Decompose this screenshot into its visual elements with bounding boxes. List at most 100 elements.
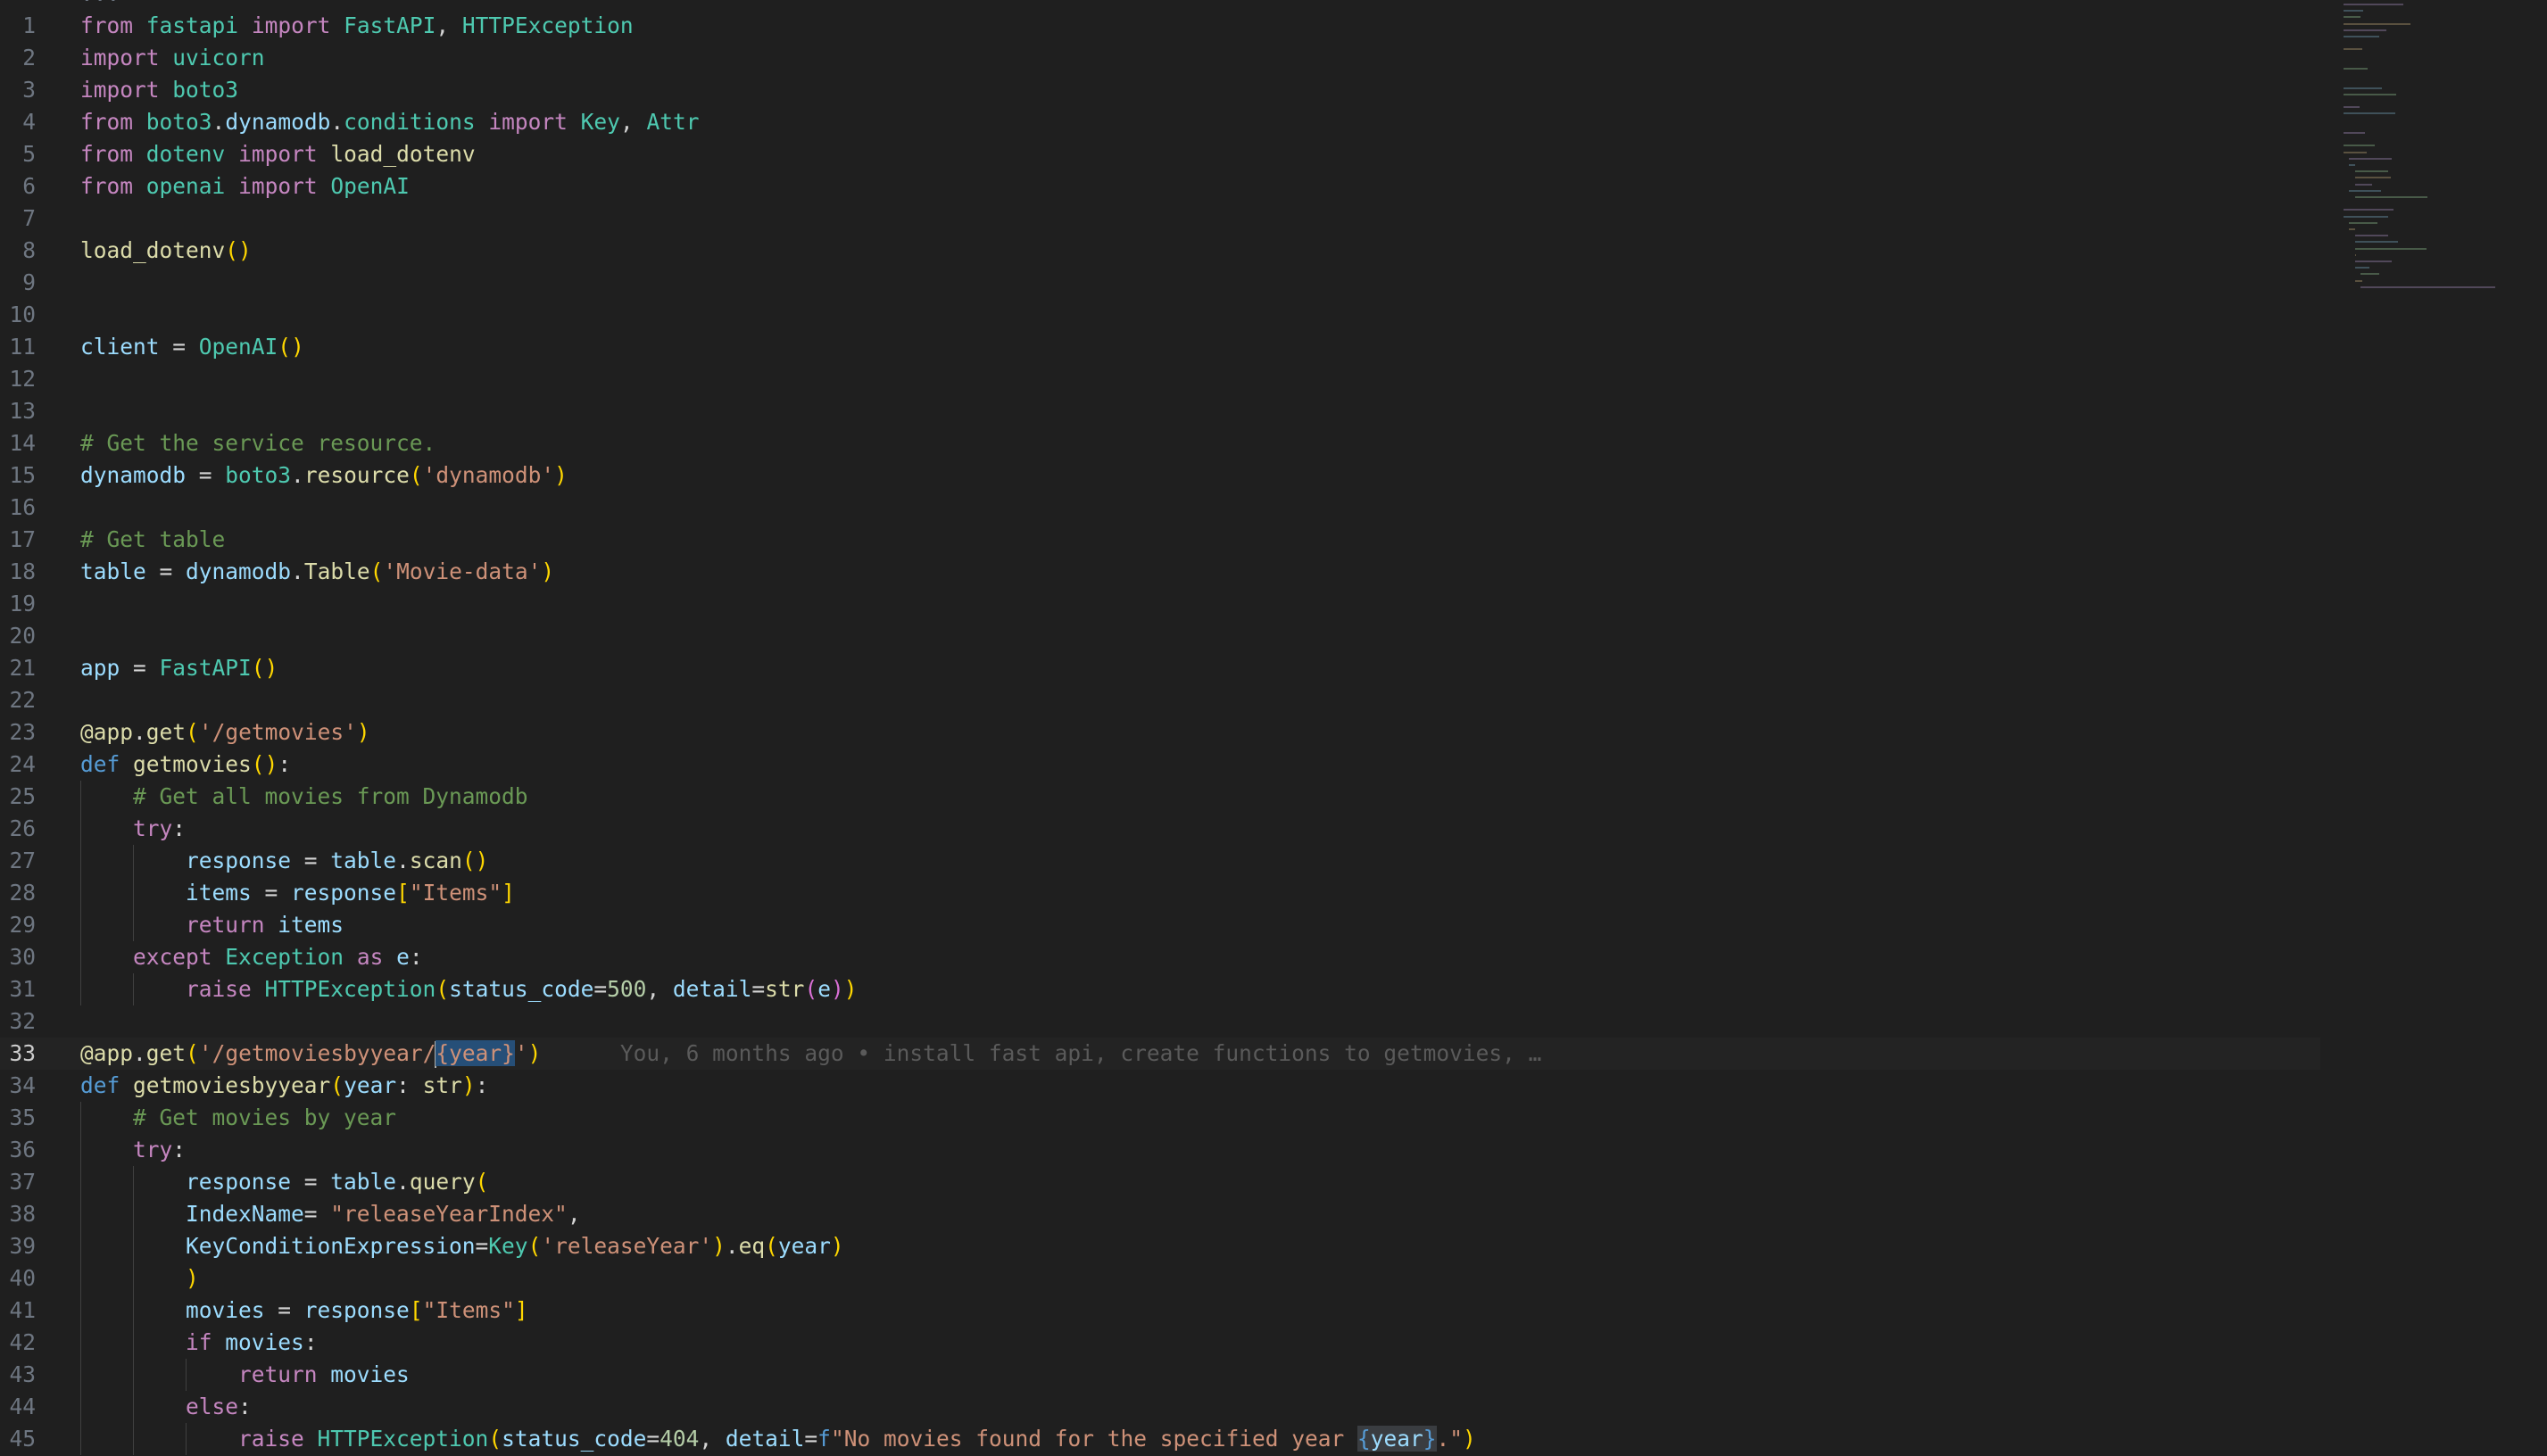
line-number[interactable]: 26 [0,813,36,845]
code-line-17[interactable]: 17 # Get table [0,524,2320,556]
line-number[interactable]: 25 [0,781,36,813]
code-line-34[interactable]: 34 def getmoviesbyyear(year: str): [0,1070,2320,1102]
line-number[interactable]: 5 [0,138,36,170]
code-line-29[interactable]: 29 return items [0,909,2320,941]
code-line-11[interactable]: 11 client = OpenAI() [0,331,2320,363]
line-number[interactable]: 15 [0,459,36,492]
code-line-8[interactable]: 8 load_dotenv() [0,235,2320,267]
line-number[interactable]: 18 [0,556,36,588]
line-number[interactable]: 39 [0,1230,36,1262]
code-line-9[interactable]: 9 [0,267,2320,299]
line-number[interactable]: 37 [0,1166,36,1198]
code-line-25[interactable]: 25 # Get all movies from Dynamodb [0,781,2320,813]
line-number[interactable]: 28 [0,877,36,909]
code-line-22[interactable]: 22 [0,684,2320,716]
line-number[interactable]: 38 [0,1198,36,1230]
line-number[interactable]: 16 [0,492,36,524]
code-line-15[interactable]: 15 dynamodb = boto3.resource('dynamodb') [0,459,2320,492]
line-number[interactable]: 35 [0,1102,36,1134]
code-line-20[interactable]: 20 [0,620,2320,652]
line-code: import boto3 [80,77,239,103]
code-line-10[interactable]: 10 [0,299,2320,331]
line-number[interactable]: 45 [0,1423,36,1455]
line-number[interactable]: 22 [0,684,36,716]
line-number[interactable]: 34 [0,1070,36,1102]
code-line-28[interactable]: 28 items = response["Items"] [0,877,2320,909]
code-line-19[interactable]: 19 [0,588,2320,620]
code-line-13[interactable]: 13 [0,395,2320,427]
code-line-7[interactable]: 7 [0,203,2320,235]
line-number[interactable]: 31 [0,973,36,1005]
line-number[interactable]: 30 [0,941,36,973]
line-number[interactable]: 43 [0,1359,36,1391]
line-code: KeyConditionExpression=Key('releaseYear'… [186,1233,844,1259]
line-number[interactable]: 33 [0,1038,36,1070]
line-number[interactable]: 42 [0,1327,36,1359]
code-line-14[interactable]: 14 # Get the service resource. [0,427,2320,459]
code-line-30[interactable]: 30 except Exception as e: [0,941,2320,973]
line-number[interactable]: 2 [0,42,36,74]
line-number[interactable]: 13 [0,395,36,427]
line-number[interactable]: 41 [0,1295,36,1327]
line-number[interactable]: 1 [0,10,36,42]
minimap-line [2344,132,2365,134]
code-line-35[interactable]: 35 # Get movies by year [0,1102,2320,1134]
line-number[interactable]: 40 [0,1262,36,1295]
line-number[interactable]: 9 [0,267,36,299]
code-line-23[interactable]: 23 @app.get('/getmovies') [0,716,2320,749]
line-number[interactable]: 10 [0,299,36,331]
code-line-2[interactable]: 2 import uvicorn [0,42,2320,74]
minimap-line [2349,164,2355,166]
code-line-27[interactable]: 27 response = table.scan() [0,845,2320,877]
code-line-21[interactable]: 21 app = FastAPI() [0,652,2320,684]
line-number[interactable]: 7 [0,203,36,235]
code-line-39[interactable]: 39 KeyConditionExpression=Key('releaseYe… [0,1230,2320,1262]
line-number[interactable]: 23 [0,716,36,749]
code-line-16[interactable]: 16 [0,492,2320,524]
code-line-26[interactable]: 26 try: [0,813,2320,845]
code-line-45[interactable]: 45 raise HTTPException(status_code=404, … [0,1423,2320,1455]
line-number[interactable]: 19 [0,588,36,620]
code-line-1[interactable]: 1 from fastapi import FastAPI, HTTPExcept… [0,10,2320,42]
line-number[interactable]: 12 [0,363,36,395]
code-line-4[interactable]: 4 from boto3.dynamodb.conditions import K… [0,106,2320,138]
line-code: @app.get('/getmovies') [80,719,370,745]
line-number[interactable]: 11 [0,331,36,363]
code-line-40[interactable]: 40 ) [0,1262,2320,1295]
line-number[interactable]: 3 [0,74,36,106]
line-number[interactable]: 44 [0,1391,36,1423]
code-line-24[interactable]: 24 def getmovies(): [0,749,2320,781]
line-number[interactable]: 8 [0,235,36,267]
line-number[interactable]: 6 [0,170,36,203]
code-line-44[interactable]: 44 else: [0,1391,2320,1423]
code-editor[interactable]: ... 1 from fastapi import FastAPI, HTTPEx… [0,0,2320,1456]
code-line-42[interactable]: 42 if movies: [0,1327,2320,1359]
code-line-36[interactable]: 36 try: [0,1134,2320,1166]
minimap-line [2354,241,2398,244]
code-line-5[interactable]: 5 from dotenv import load_dotenv [0,138,2320,170]
code-line-38[interactable]: 38 IndexName= "releaseYearIndex", [0,1198,2320,1230]
code-line-32[interactable]: 32 [0,1005,2320,1038]
code-line-33[interactable]: 33 @app.get('/getmoviesbyyear/{year}') Yo… [0,1038,2320,1070]
line-number[interactable]: 29 [0,909,36,941]
code-line-12[interactable]: 12 [0,363,2320,395]
line-number[interactable]: 27 [0,845,36,877]
code-line-31[interactable]: 31 raise HTTPException(status_code=500, … [0,973,2320,1005]
line-number[interactable]: 21 [0,652,36,684]
minimap[interactable] [2336,0,2547,1456]
code-line-6[interactable]: 6 from openai import OpenAI [0,170,2320,203]
code-line-37[interactable]: 37 response = table.query( [0,1166,2320,1198]
line-number[interactable]: 32 [0,1005,36,1038]
minimap-line [2344,87,2383,89]
code-line-41[interactable]: 41 movies = response["Items"] [0,1295,2320,1327]
line-number[interactable]: 14 [0,427,36,459]
line-code: response = table.scan() [186,848,489,873]
line-number[interactable]: 36 [0,1134,36,1166]
line-number[interactable]: 24 [0,749,36,781]
code-line-3[interactable]: 3 import boto3 [0,74,2320,106]
code-line-43[interactable]: 43 return movies [0,1359,2320,1391]
line-number[interactable]: 17 [0,524,36,556]
code-line-18[interactable]: 18 table = dynamodb.Table('Movie-data') [0,556,2320,588]
line-number[interactable]: 20 [0,620,36,652]
line-number[interactable]: 4 [0,106,36,138]
